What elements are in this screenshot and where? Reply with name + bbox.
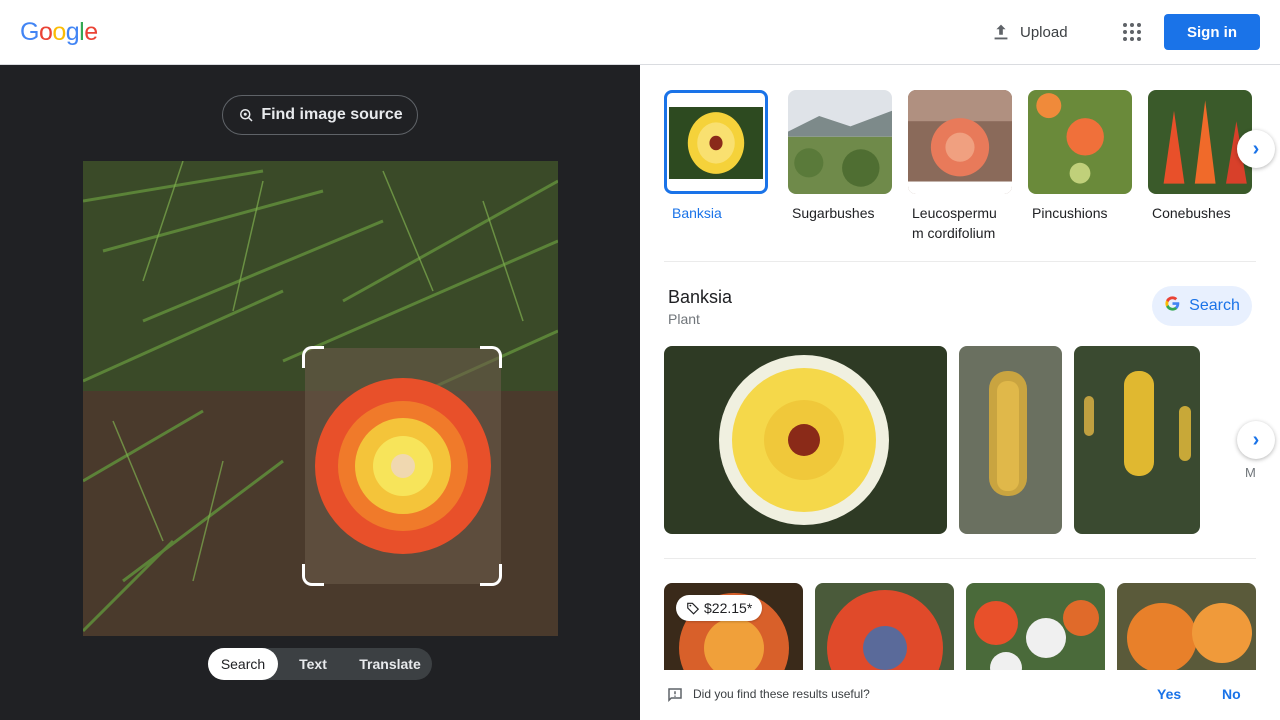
knowledge-title: Banksia: [668, 287, 733, 307]
crop-selection[interactable]: [302, 346, 502, 586]
chip-leucospermum[interactable]: Leucospermu m cordifolium: [908, 90, 1012, 243]
knowledge-image[interactable]: [1074, 346, 1200, 534]
chip-thumbnail: [908, 90, 1012, 194]
result-image[interactable]: [1117, 583, 1256, 683]
price-label: $22.15*: [704, 600, 753, 616]
header: Google Upload Sign in: [0, 0, 1280, 65]
upload-label: Upload: [1020, 23, 1068, 41]
chip-conebushes[interactable]: Conebushes: [1148, 90, 1252, 223]
logo-letter: o: [38, 18, 53, 46]
apps-grid-icon[interactable]: [1120, 20, 1144, 44]
mode-switcher: Search Text Translate: [208, 648, 432, 680]
more-label: M: [1245, 465, 1256, 480]
find-image-source-label: Find image source: [261, 106, 403, 123]
google-logo[interactable]: Google: [20, 18, 98, 47]
chip-pincushions[interactable]: Pincushions: [1028, 90, 1132, 223]
logo-letter: e: [84, 18, 98, 46]
logo-letter: o: [52, 18, 66, 46]
google-g-icon: [1164, 295, 1181, 317]
knowledge-search-button[interactable]: Search: [1152, 286, 1252, 326]
feedback-yes-button[interactable]: Yes: [1157, 686, 1181, 702]
feedback-no-button[interactable]: No: [1222, 686, 1241, 702]
knowledge-image[interactable]: [664, 346, 947, 534]
image-panel: Find image source Search Text Translate: [0, 65, 640, 720]
chip-label: Pincushions: [1032, 205, 1108, 221]
chip-thumbnail: [1148, 90, 1252, 194]
chip-banksia[interactable]: Banksia: [664, 90, 768, 223]
mode-translate-tab[interactable]: Translate: [348, 648, 432, 680]
lens-search-icon: [240, 109, 253, 122]
logo-letter: g: [65, 18, 80, 46]
divider: [664, 558, 1256, 559]
feedback-icon: [668, 688, 682, 703]
find-image-source-button[interactable]: Find image source: [222, 95, 418, 135]
chip-thumbnail: [788, 90, 892, 194]
results-panel: Banksia Sugarbushes Leucospermu m cordif…: [640, 65, 1280, 720]
images-next-button[interactable]: ›: [1237, 421, 1275, 459]
chip-label: Conebushes: [1152, 205, 1231, 221]
crop-handle-bottom-left[interactable]: [302, 564, 324, 586]
result-image[interactable]: [966, 583, 1105, 683]
logo-letter: G: [20, 18, 39, 46]
result-image[interactable]: $22.15*: [664, 583, 803, 683]
tag-icon: [686, 601, 700, 615]
crop-handle-top-right[interactable]: [480, 346, 502, 368]
chevron-right-icon: ›: [1252, 137, 1260, 160]
crop-handle-bottom-right[interactable]: [480, 564, 502, 586]
divider: [664, 261, 1256, 262]
chip-sugarbushes[interactable]: Sugarbushes: [788, 90, 892, 223]
knowledge-image[interactable]: [959, 346, 1062, 534]
crop-handle-top-left[interactable]: [302, 346, 324, 368]
sign-in-button[interactable]: Sign in: [1164, 14, 1260, 50]
chips-next-button[interactable]: ›: [1237, 130, 1275, 168]
feedback-bar: Did you find these results useful? Yes N…: [640, 670, 1280, 720]
chip-label: Leucospermu m cordifolium: [912, 205, 997, 241]
related-chips: Banksia Sugarbushes Leucospermu m cordif…: [664, 90, 1264, 250]
chevron-right-icon: ›: [1252, 428, 1260, 451]
mode-search-tab[interactable]: Search: [208, 648, 278, 680]
chip-thumbnail: [1028, 90, 1132, 194]
chip-label: Sugarbushes: [792, 205, 875, 221]
chip-thumbnail: [664, 90, 768, 194]
price-tag: $22.15*: [676, 595, 763, 621]
upload-button[interactable]: Upload: [990, 18, 1068, 46]
knowledge-search-label: Search: [1189, 297, 1240, 314]
upload-icon: [994, 24, 1008, 40]
chip-label: Banksia: [672, 205, 722, 221]
mode-text-tab[interactable]: Text: [278, 648, 348, 680]
feedback-question: Did you find these results useful?: [693, 687, 870, 701]
knowledge-subtitle: Plant: [668, 311, 700, 327]
result-image[interactable]: [815, 583, 954, 683]
